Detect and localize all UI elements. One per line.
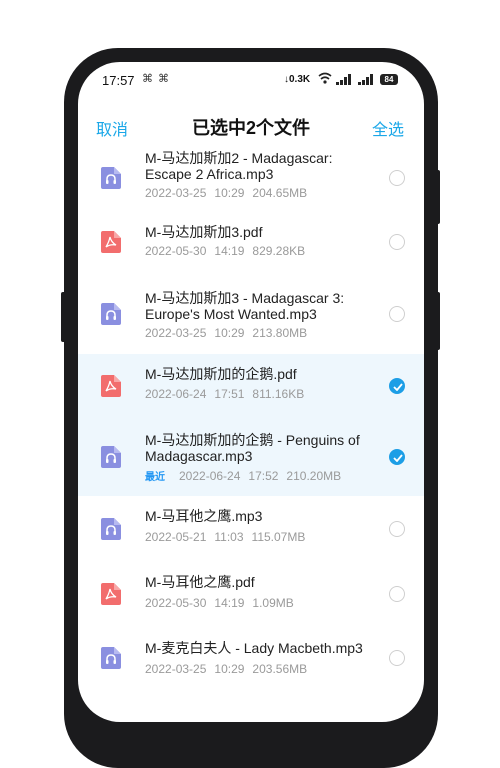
status-bar: 17:57 ⌘ ⌘ ↓0.3K 84	[78, 62, 424, 98]
select-all-button[interactable]: 全选	[372, 116, 404, 140]
selection-header: 已选中2个文件 取消 全选	[78, 110, 424, 140]
file-size: 115.07MB	[251, 530, 306, 544]
file-date: 2022-06-24	[145, 387, 207, 401]
file-meta: 2022-05-21 11:03 115.07MB	[145, 530, 305, 544]
file-row[interactable]: M-马达加斯加3.pdf 2022-05-30 14:19 829.28KB	[78, 210, 424, 274]
status-time: 17:57	[102, 73, 135, 88]
file-name: M-马耳他之鹰.pdf	[145, 574, 255, 590]
file-row[interactable]: M-马达加斯加的企鹅 - Penguins of Madagascar.mp3 最…	[78, 418, 424, 496]
file-time: 17:51	[214, 387, 245, 401]
file-meta: 最近 2022-06-24 17:52 210.20MB	[145, 468, 341, 483]
file-size: 1.09MB	[252, 596, 294, 610]
wifi-icon	[318, 72, 332, 84]
file-date: 2022-03-25	[145, 662, 207, 676]
pdf-file-icon	[101, 231, 121, 253]
file-date: 2022-05-30	[145, 244, 207, 258]
file-time: 17:52	[248, 469, 279, 483]
file-time: 10:29	[214, 186, 245, 200]
file-meta: 2022-05-30 14:19 1.09MB	[145, 596, 294, 610]
checkbox-checked[interactable]	[389, 449, 405, 465]
file-meta: 2022-03-25 10:29 204.65MB	[145, 186, 307, 200]
file-name: M-马达加斯加3 - Madagascar 3: Europe's Most W…	[145, 290, 345, 322]
file-meta: 2022-03-25 10:29 213.80MB	[145, 326, 307, 340]
checkbox-unchecked[interactable]	[389, 586, 405, 602]
recent-badge: 最近	[145, 472, 165, 483]
file-size: 213.80MB	[252, 326, 308, 340]
file-time: 14:19	[214, 596, 245, 610]
checkbox-checked[interactable]	[389, 378, 405, 394]
file-row[interactable]: M-麦克白夫人 - Lady Macbeth.mp3 2022-03-25 10:2…	[78, 626, 424, 690]
file-date: 2022-05-21	[145, 530, 207, 544]
file-date: 2022-03-25	[145, 326, 207, 340]
file-size: 811.16KB	[252, 387, 305, 401]
file-date: 2022-05-30	[145, 596, 207, 610]
checkbox-unchecked[interactable]	[389, 170, 405, 186]
file-date: 2022-03-25	[145, 186, 207, 200]
cancel-button[interactable]: 取消	[96, 116, 128, 140]
pdf-file-icon	[101, 375, 121, 397]
file-name: M-马达加斯加的企鹅 - Penguins of Madagascar.mp3	[145, 432, 360, 464]
file-size: 829.28KB	[252, 244, 306, 258]
file-time: 10:29	[214, 326, 245, 340]
file-row[interactable]: M-马耳他之鹰.mp3 2022-05-21 11:03 115.07MB	[78, 496, 424, 562]
file-name: M-麦克白夫人 - Lady Macbeth.mp3	[145, 640, 363, 656]
file-row[interactable]: M-马达加斯加3 - Madagascar 3: Europe's Most W…	[78, 274, 424, 354]
network-speed: ↓0.3K	[284, 74, 311, 85]
file-row[interactable]: M-马达加斯加的企鹅.pdf 2022-06-24 17:51 811.16KB	[78, 354, 424, 418]
file-date: 2022-06-24	[179, 469, 241, 483]
audio-file-icon	[101, 167, 121, 189]
file-name: M-马达加斯加的企鹅.pdf	[145, 366, 297, 382]
file-time: 10:29	[214, 662, 245, 676]
file-meta: 2022-03-25 10:29 203.56MB	[145, 662, 307, 676]
signal-icon-2	[358, 74, 373, 85]
file-name: M-马达加斯加2 - Madagascar: Escape 2 Africa.m…	[145, 150, 333, 182]
notification-icons: ⌘ ⌘	[142, 73, 171, 85]
file-time: 11:03	[214, 530, 244, 544]
file-row[interactable]: M-马耳他之鹰.pdf 2022-05-30 14:19 1.09MB	[78, 562, 424, 626]
phone-screen: 17:57 ⌘ ⌘ ↓0.3K 84 已选中2个文件 取消 全选 M-马达加斯加…	[78, 62, 424, 722]
checkbox-unchecked[interactable]	[389, 306, 405, 322]
file-size: 210.20MB	[286, 469, 342, 483]
file-time: 14:19	[214, 244, 245, 258]
file-meta: 2022-05-30 14:19 829.28KB	[145, 244, 305, 258]
signal-icon	[336, 74, 351, 85]
audio-file-icon	[101, 518, 121, 540]
audio-file-icon	[101, 446, 121, 468]
pdf-file-icon	[101, 583, 121, 605]
audio-file-icon	[101, 647, 121, 669]
file-size: 203.56MB	[252, 662, 308, 676]
file-meta: 2022-06-24 17:51 811.16KB	[145, 387, 304, 401]
checkbox-unchecked[interactable]	[389, 650, 405, 666]
checkbox-unchecked[interactable]	[389, 234, 405, 250]
file-name: M-马达加斯加3.pdf	[145, 224, 263, 240]
audio-file-icon	[101, 303, 121, 325]
file-size: 204.65MB	[252, 186, 308, 200]
checkbox-unchecked[interactable]	[389, 521, 405, 537]
file-name: M-马耳他之鹰.mp3	[145, 508, 263, 524]
battery-indicator: 84	[380, 74, 398, 85]
file-row[interactable]: M-马达加斯加2 - Madagascar: Escape 2 Africa.m…	[78, 146, 424, 210]
